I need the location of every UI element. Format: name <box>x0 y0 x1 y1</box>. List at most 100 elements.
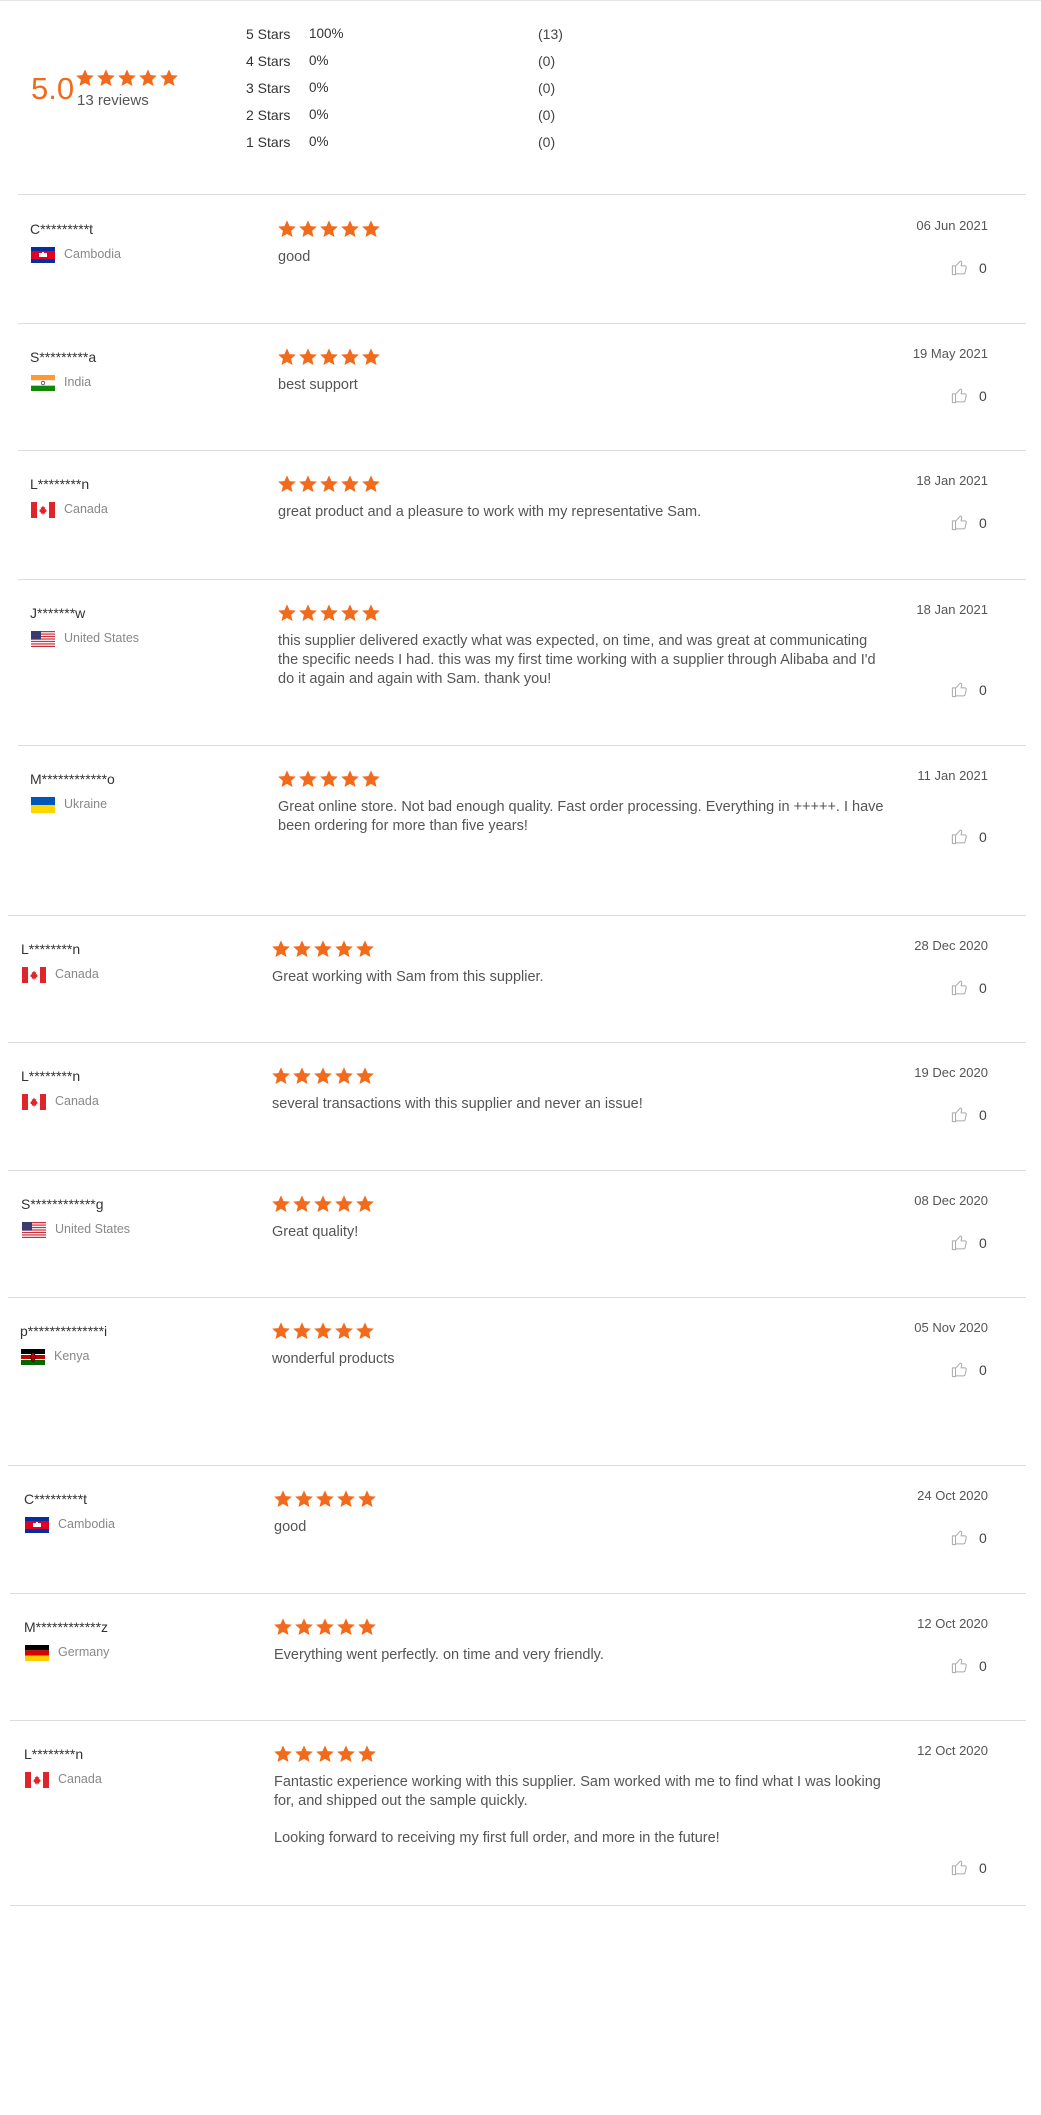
like-button[interactable]: 0 <box>950 1528 987 1547</box>
review-text-paragraph: good <box>274 1519 307 1535</box>
like-button[interactable]: 0 <box>950 1233 987 1252</box>
divider <box>10 1905 1026 1906</box>
reviewer-name: J*******w <box>30 605 86 621</box>
rating-row-count: (0) <box>538 107 556 123</box>
rating-row-label: 1 Stars <box>246 134 291 150</box>
review-date: 19 Dec 2020 <box>914 1065 988 1080</box>
review-item: J*******w United States this supplier deli… <box>0 579 1041 745</box>
like-button[interactable]: 0 <box>950 827 987 846</box>
review-text: Great online store. Not bad enough quali… <box>278 798 888 836</box>
reviewer-country: Canada <box>58 1772 102 1786</box>
review-stars <box>273 1617 377 1637</box>
canada-flag-icon <box>22 1094 46 1110</box>
like-button[interactable]: 0 <box>950 978 987 997</box>
rating-row-label: 4 Stars <box>246 53 291 69</box>
review-text: good <box>274 1518 884 1537</box>
like-button[interactable]: 0 <box>950 1105 987 1124</box>
rating-summary: 5.0 13 reviews 5 Stars 100% (13) 4 Stars… <box>0 0 1041 195</box>
review-text-paragraph: Looking forward to receiving my first fu… <box>274 1830 720 1846</box>
rating-row-label: 2 Stars <box>246 107 291 123</box>
review-date: 08 Dec 2020 <box>914 1193 988 1208</box>
reviewer-country: India <box>64 375 92 389</box>
reviewer-country: United States <box>64 631 140 645</box>
review-date: 12 Oct 2020 <box>917 1743 988 1758</box>
review-item: L********n Canada great product and a plea… <box>0 450 1041 579</box>
usa-flag-icon <box>22 1222 46 1238</box>
rating-row-label: 3 Stars <box>246 80 291 96</box>
review-text: several transactions with this supplier … <box>272 1095 882 1114</box>
reviewer-name: M************o <box>30 771 115 787</box>
reviewer-country: Kenya <box>54 1349 90 1363</box>
like-count: 0 <box>979 1859 987 1876</box>
review-stars <box>271 1321 375 1341</box>
review-text-paragraph: great product and a pleasure to work wit… <box>278 504 702 520</box>
rating-row-count: (0) <box>538 53 556 69</box>
review-date: 24 Oct 2020 <box>917 1488 988 1503</box>
review-date: 05 Nov 2020 <box>914 1320 988 1335</box>
review-text: this supplier delivered exactly what was… <box>278 632 888 689</box>
rating-row-count: (13) <box>538 26 563 42</box>
cambodia-flag-icon <box>25 1517 49 1533</box>
review-item: C*********t Cambodia good 06 Jun 2021 0 <box>0 195 1041 323</box>
rating-row-percent: 0% <box>309 80 329 95</box>
germany-flag-icon <box>25 1645 49 1661</box>
reviewer-name: S************g <box>21 1196 104 1212</box>
like-button[interactable]: 0 <box>950 386 987 405</box>
thumbs-up-icon <box>950 386 969 405</box>
review-text-paragraph: Fantastic experience working with this s… <box>274 1774 881 1809</box>
thumbs-up-icon <box>950 827 969 846</box>
canada-flag-icon <box>25 1772 49 1788</box>
like-count: 0 <box>979 514 987 531</box>
rating-row-percent: 0% <box>309 53 329 68</box>
like-button[interactable]: 0 <box>950 258 987 277</box>
thumbs-up-icon <box>950 513 969 532</box>
review-date: 18 Jan 2021 <box>916 473 988 488</box>
reviewer-country: Ukraine <box>64 797 108 811</box>
like-count: 0 <box>979 387 987 404</box>
canada-flag-icon <box>22 967 46 983</box>
review-item: M************z Germany Everything went per… <box>0 1593 1041 1720</box>
review-stars <box>277 219 381 239</box>
review-date: 12 Oct 2020 <box>917 1616 988 1631</box>
rating-row-count: (0) <box>538 80 556 96</box>
cambodia-flag-icon <box>31 247 55 263</box>
like-count: 0 <box>979 259 987 276</box>
review-item: p**************i Kenya wonderful products 0… <box>0 1297 1041 1465</box>
review-stars <box>277 603 381 623</box>
average-stars <box>75 68 179 88</box>
thumbs-up-icon <box>950 258 969 277</box>
like-button[interactable]: 0 <box>950 1360 987 1379</box>
rating-row-percent: 0% <box>309 134 329 149</box>
reviewer-name: L********n <box>21 941 81 957</box>
like-button[interactable]: 0 <box>950 1656 987 1675</box>
review-date: 28 Dec 2020 <box>914 938 988 953</box>
india-flag-icon <box>31 375 55 391</box>
review-text: wonderful products <box>272 1350 882 1369</box>
reviewer-name: S*********a <box>30 349 97 365</box>
review-date: 19 May 2021 <box>912 346 988 361</box>
rating-row-percent: 100% <box>309 26 344 41</box>
review-item: L********n Canada several transactions wit… <box>0 1042 1041 1170</box>
review-item: S************g United States Great quality… <box>0 1170 1041 1297</box>
review-text: Great quality! <box>272 1223 882 1242</box>
like-count: 0 <box>979 828 987 845</box>
reviewer-name: p**************i <box>20 1323 108 1339</box>
like-button[interactable]: 0 <box>950 1858 987 1877</box>
reviewer-country: Cambodia <box>64 247 121 261</box>
thumbs-up-icon <box>950 1528 969 1547</box>
review-text-paragraph: good <box>278 249 311 265</box>
review-date: 06 Jun 2021 <box>916 218 988 233</box>
like-button[interactable]: 0 <box>950 513 987 532</box>
review-stars <box>271 939 375 959</box>
reviewer-name: C*********t <box>24 1491 88 1507</box>
thumbs-up-icon <box>950 1233 969 1252</box>
review-item: L********n Canada Great working with Sam f… <box>0 915 1041 1042</box>
ukraine-flag-icon <box>31 797 55 813</box>
thumbs-up-icon <box>950 1360 969 1379</box>
review-item: S*********a India best support 19 May 2021 0 <box>0 323 1041 450</box>
like-count: 0 <box>979 979 987 996</box>
like-button[interactable]: 0 <box>950 680 987 699</box>
review-text-paragraph: Great quality! <box>272 1224 359 1240</box>
usa-flag-icon <box>31 631 55 647</box>
review-text: Fantastic experience working with this s… <box>274 1773 884 1848</box>
